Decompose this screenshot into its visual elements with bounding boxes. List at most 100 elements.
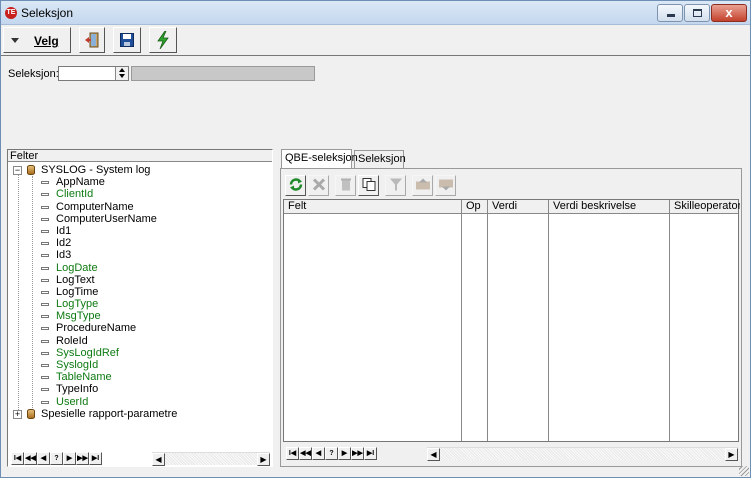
maximize-button[interactable] <box>684 4 710 22</box>
tree-field-label: SysLogIdRef <box>56 346 119 359</box>
move-down-button[interactable] <box>435 175 456 196</box>
tree-field-label: RoleId <box>56 334 88 347</box>
tree-field-item[interactable]: SysLogIdRef <box>8 347 272 359</box>
next-record-button[interactable]: ▶ <box>63 452 76 465</box>
fields-tree: − SYSLOG - System log AppName ClientId Com… <box>8 164 272 420</box>
field-icon <box>41 290 49 294</box>
filter-button[interactable] <box>385 175 406 196</box>
tree-second-node[interactable]: + Spesielle rapport-parametre <box>8 408 272 420</box>
field-icon <box>41 364 49 367</box>
grid-column-op <box>462 200 488 441</box>
tree-field-item[interactable]: LogTime <box>8 286 272 298</box>
resize-grip[interactable] <box>739 466 749 476</box>
next-page-button[interactable]: ▶▶ <box>351 447 364 460</box>
delete-x-button[interactable] <box>308 175 329 196</box>
collapse-icon[interactable]: − <box>13 166 22 175</box>
field-icon <box>41 229 49 233</box>
prev-record-button[interactable]: ◀ <box>37 452 50 465</box>
exit-door-icon <box>85 32 99 48</box>
tree-field-item[interactable]: RoleId <box>8 335 272 347</box>
tree-field-label: Id2 <box>56 237 72 250</box>
first-record-button[interactable]: I◀ <box>286 447 299 460</box>
close-icon: x <box>725 5 733 20</box>
seleksjon-input[interactable] <box>58 66 129 81</box>
tree-field-item[interactable]: TableName <box>8 371 272 383</box>
main-toolbar: Velg <box>1 25 750 56</box>
right-horizontal-scrollbar[interactable]: ◀ ▶ <box>427 447 738 461</box>
tree-field-label: TypeInfo <box>56 383 99 396</box>
floppy-disk-icon <box>120 33 134 47</box>
velg-button[interactable]: Velg <box>3 27 71 53</box>
move-up-button[interactable] <box>412 175 433 196</box>
field-icon <box>41 376 49 380</box>
tree-field-item[interactable]: ComputerUserName <box>8 213 272 225</box>
window-title: Seleksjon <box>21 6 74 20</box>
tree-root-label: SYSLOG - System log <box>41 164 151 176</box>
tree-field-item[interactable]: LogDate <box>8 262 272 274</box>
field-icon <box>41 266 49 270</box>
database-icon <box>27 408 35 419</box>
help-button[interactable]: ? <box>50 452 63 465</box>
maximize-icon <box>693 9 702 17</box>
tree-field-label: UserId <box>56 395 89 408</box>
copy-icon <box>362 177 376 194</box>
tree-field-label: LogText <box>56 273 95 286</box>
grid-column-felt <box>284 200 462 441</box>
next-page-button[interactable]: ▶▶ <box>76 452 89 465</box>
run-button[interactable] <box>149 27 177 53</box>
save-button[interactable] <box>113 27 141 53</box>
column-header-skilleoperator[interactable]: Skilleoperator <box>670 200 740 214</box>
seleksjon-label: Seleksjon: <box>8 68 59 80</box>
criteria-grid[interactable]: Felt Op Verdi Verdi beskrivelse Skilleop… <box>283 199 740 442</box>
prev-page-button[interactable]: ◀◀ <box>24 452 37 465</box>
scroll-left-button[interactable]: ◀ <box>427 448 440 461</box>
tree-field-label: ComputerUserName <box>56 212 157 225</box>
last-record-button[interactable]: ▶I <box>89 452 102 465</box>
grid-column-verdi <box>488 200 549 441</box>
trash-button[interactable] <box>335 175 356 196</box>
tree-field-label: ComputerName <box>56 200 134 213</box>
tree-field-item[interactable]: ClientId <box>8 188 272 200</box>
tree-root-node[interactable]: − SYSLOG - System log <box>8 164 272 176</box>
expand-icon[interactable]: + <box>13 409 22 419</box>
tree-field-item[interactable]: Id3 <box>8 249 272 261</box>
filter-icon <box>389 177 402 194</box>
prev-page-button[interactable]: ◀◀ <box>299 447 312 460</box>
scroll-left-button[interactable]: ◀ <box>152 453 165 466</box>
scroll-right-button[interactable]: ▶ <box>257 453 270 466</box>
tree-field-item[interactable]: LogType <box>8 298 272 310</box>
tree-field-item[interactable]: UserId <box>8 396 272 408</box>
tree-field-item[interactable]: ComputerName <box>8 201 272 213</box>
tree-field-item[interactable]: SyslogId <box>8 359 272 371</box>
tree-field-item[interactable]: AppName <box>8 176 272 188</box>
left-horizontal-scrollbar[interactable]: ◀ ▶ <box>152 452 270 466</box>
field-icon <box>41 181 49 185</box>
last-record-button[interactable]: ▶I <box>364 447 377 460</box>
scroll-right-button[interactable]: ▶ <box>725 448 738 461</box>
tree-field-item[interactable]: TypeInfo <box>8 383 272 395</box>
prev-record-button[interactable]: ◀ <box>312 447 325 460</box>
tree-field-item[interactable]: LogText <box>8 274 272 286</box>
tree-field-item[interactable]: ProcedureName <box>8 322 272 334</box>
tree-field-item[interactable]: Id1 <box>8 225 272 237</box>
copy-button[interactable] <box>358 175 379 196</box>
title-bar[interactable]: TE Seleksjon x <box>1 1 750 25</box>
tree-field-label: MsgType <box>56 310 101 323</box>
field-icon <box>41 339 49 343</box>
field-icon <box>41 400 49 404</box>
tab-seleksjon[interactable]: Seleksjon <box>354 150 406 168</box>
next-record-button[interactable]: ▶ <box>338 447 351 460</box>
tab-qbe-seleksjon[interactable]: QBE-seleksjon <box>281 149 358 168</box>
minimize-button[interactable] <box>657 4 683 22</box>
tree-field-item[interactable]: MsgType <box>8 310 272 322</box>
database-icon <box>27 165 35 175</box>
field-icon <box>41 205 49 209</box>
help-button[interactable]: ? <box>325 447 338 460</box>
refresh-button[interactable] <box>285 175 306 196</box>
left-nav-bar: I◀ ◀◀ ◀? ▶ ▶▶ ▶I <box>11 452 102 465</box>
close-button[interactable]: x <box>711 4 747 22</box>
tree-field-item[interactable]: Id2 <box>8 237 272 249</box>
first-record-button[interactable]: I◀ <box>11 452 24 465</box>
spinner-icon[interactable] <box>115 67 128 80</box>
exit-button[interactable] <box>79 27 105 53</box>
